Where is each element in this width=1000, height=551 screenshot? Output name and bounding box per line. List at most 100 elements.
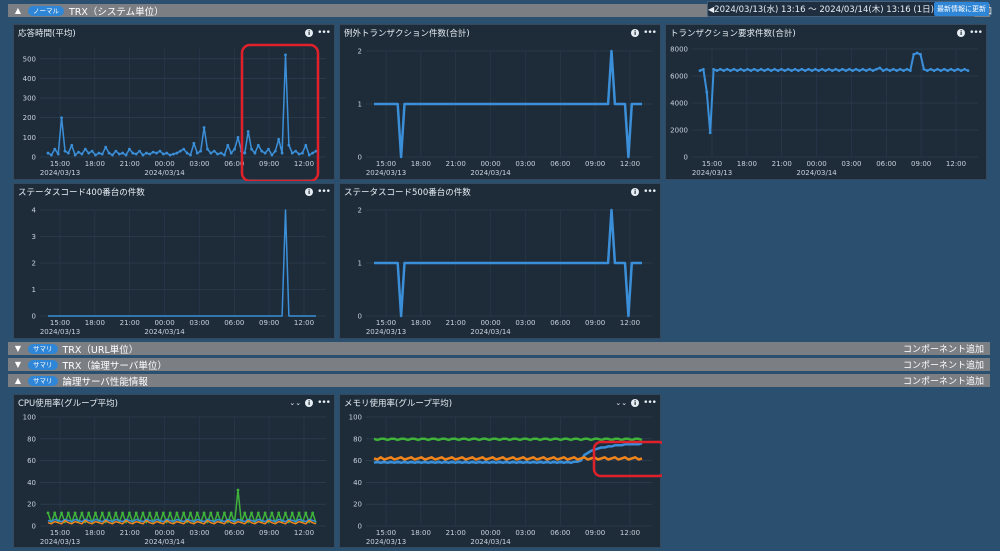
x-tick-label: 12:00 xyxy=(294,160,314,168)
data-point xyxy=(80,152,84,156)
data-point xyxy=(297,511,301,515)
chevron-up-icon[interactable]: ▲ xyxy=(8,376,28,385)
data-point xyxy=(53,147,57,151)
date-tick-label: 2024/03/14 xyxy=(144,538,185,546)
data-point xyxy=(229,511,233,515)
data-point xyxy=(722,69,726,72)
x-tick-label: 06:00 xyxy=(224,319,244,327)
more-icon[interactable]: ••• xyxy=(643,399,657,408)
x-tick-label: 21:00 xyxy=(120,160,140,168)
data-point xyxy=(172,152,175,156)
panel-title: トランザクション要求件数(合計) xyxy=(670,29,796,39)
y-tick-label: 3 xyxy=(32,233,36,241)
x-tick-label: 09:00 xyxy=(259,529,279,537)
data-point xyxy=(131,151,135,155)
data-point xyxy=(922,67,926,71)
update-button[interactable]: 最新情報に更新 xyxy=(933,2,989,16)
y-tick-label: 100 xyxy=(23,134,36,142)
double-chevron-down-icon[interactable]: ⌄⌄ xyxy=(615,399,627,407)
info-icon[interactable]: i xyxy=(631,399,640,407)
y-tick-label: 400 xyxy=(23,75,36,83)
info-icon[interactable]: i xyxy=(957,29,966,37)
data-point xyxy=(739,67,743,71)
status-badge: ノーマル xyxy=(28,5,64,16)
info-icon[interactable]: i xyxy=(305,399,314,407)
chevron-down-icon[interactable]: ▼ xyxy=(8,344,28,353)
data-point xyxy=(236,135,240,139)
x-tick-label: 21:00 xyxy=(120,319,140,327)
data-point xyxy=(824,69,827,72)
data-point xyxy=(100,511,104,515)
chevron-up-icon[interactable]: ▲ xyxy=(8,6,28,15)
data-point xyxy=(810,69,814,72)
section-logical-server-perf[interactable]: ▲ サマリ 論理サーバ性能情報 コンポーネント追加 xyxy=(8,374,990,388)
date-tick-label: 2024/03/13 xyxy=(366,538,406,546)
y-tick-label: 40 xyxy=(353,479,362,487)
double-chevron-down-icon[interactable]: ⌄⌄ xyxy=(289,399,301,407)
data-point xyxy=(195,511,199,515)
data-point xyxy=(267,147,270,151)
more-icon[interactable]: ••• xyxy=(643,188,657,197)
chevron-down-icon[interactable]: ▼ xyxy=(8,360,28,369)
data-point xyxy=(158,149,162,153)
series-line xyxy=(699,52,969,134)
x-tick-label: 00:00 xyxy=(480,160,500,168)
data-point xyxy=(936,67,939,71)
y-tick-label: 300 xyxy=(23,95,36,103)
y-tick-label: 6000 xyxy=(670,73,688,81)
data-point xyxy=(277,137,281,141)
data-point xyxy=(175,151,179,155)
x-tick-label: 21:00 xyxy=(446,160,466,168)
data-point xyxy=(875,67,878,71)
data-point xyxy=(243,151,247,155)
add-component-link[interactable]: コンポーネント追加 xyxy=(903,374,990,387)
data-point xyxy=(273,149,277,153)
data-point xyxy=(891,67,895,71)
info-icon[interactable]: i xyxy=(631,29,640,37)
data-point xyxy=(803,69,807,72)
x-tick-label: 12:00 xyxy=(620,319,640,327)
x-tick-label: 09:00 xyxy=(585,319,605,327)
data-point xyxy=(250,511,253,515)
x-tick-label: 15:00 xyxy=(50,160,70,168)
data-point xyxy=(729,69,732,72)
data-point xyxy=(698,69,702,72)
series-line xyxy=(374,49,642,159)
more-icon[interactable]: ••• xyxy=(969,29,983,38)
more-icon[interactable]: ••• xyxy=(317,188,331,197)
section-trx-logical-server[interactable]: ▼ サマリ TRX（論理サーバ単位） コンポーネント追加 xyxy=(8,358,990,372)
info-icon[interactable]: i xyxy=(305,188,314,196)
data-point xyxy=(60,511,63,515)
date-tick-label: 2024/03/14 xyxy=(470,328,511,336)
chart-panel-exception-trx: 例外トランザクション件数(合計) i ••• 2 1 0 15:00 2024/03/13… xyxy=(339,24,661,180)
y-tick-label: 20 xyxy=(353,501,362,509)
add-component-link[interactable]: コンポーネント追加 xyxy=(903,342,990,355)
data-point xyxy=(925,69,929,72)
section-trx-url[interactable]: ▼ サマリ TRX（URL単位） コンポーネント追加 xyxy=(8,342,990,356)
series-line xyxy=(373,456,643,461)
data-point xyxy=(834,67,838,71)
data-point xyxy=(202,126,206,129)
status-500-chart: 2 1 0 15:002024/03/13 18:00 21:00 00:002024/03… xyxy=(358,207,652,336)
time-range-bar: ◀ 2024/03/13(水) 13:16 ～ 2024/03/14(木) 13… xyxy=(707,1,989,17)
data-point xyxy=(912,53,916,56)
data-point xyxy=(868,67,872,71)
add-component-link[interactable]: コンポーネント追加 xyxy=(903,358,990,371)
data-point xyxy=(837,69,841,72)
series-line xyxy=(47,489,317,524)
data-point xyxy=(311,151,315,155)
info-icon[interactable]: i xyxy=(631,188,640,196)
x-tick-label: 06:00 xyxy=(550,319,570,327)
more-icon[interactable]: ••• xyxy=(643,29,657,38)
data-point xyxy=(813,67,817,71)
data-point xyxy=(121,151,125,155)
data-point xyxy=(871,69,875,72)
info-icon[interactable]: i xyxy=(305,29,314,37)
data-point xyxy=(209,511,213,515)
more-icon[interactable]: ••• xyxy=(317,29,331,38)
status-badge: サマリ xyxy=(28,343,58,354)
data-point xyxy=(124,153,128,157)
data-point xyxy=(844,69,848,72)
more-icon[interactable]: ••• xyxy=(317,399,331,408)
status-400-chart: 4 3 2 1 0 15:002024/03/13 18:00 21:00 00:002024/… xyxy=(32,207,326,336)
